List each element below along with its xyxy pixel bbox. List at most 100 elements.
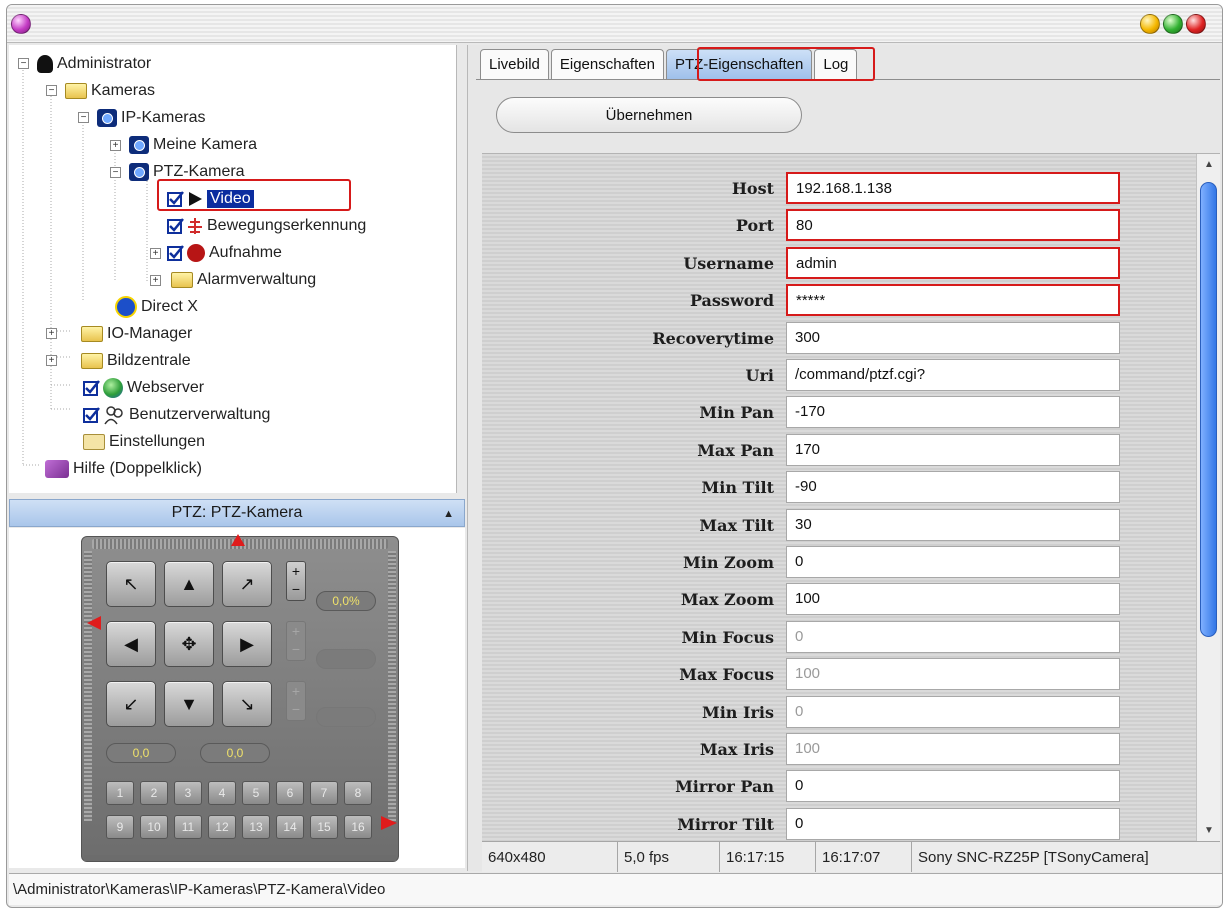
ptz-panel-header[interactable]: PTZ: PTZ-Kamera ▲ [9,499,465,527]
preset-button-10[interactable]: 10 [140,815,168,839]
pan-down-left-button[interactable]: ↙ [106,681,156,727]
status-bar: 640x480 5,0 fps 16:17:15 16:17:07 Sony S… [482,841,1220,872]
property-input-port[interactable]: 80 [786,209,1120,242]
checkbox-checked-icon[interactable] [167,190,185,208]
tree-item-direct-x[interactable]: Direct X [113,294,198,320]
preset-button-11[interactable]: 11 [174,815,202,839]
collapse-arrow-icon[interactable]: ▲ [443,508,454,520]
home-center-button[interactable]: ✥ [164,621,214,667]
tree-item-bewegungserkennung[interactable]: Bewegungserkennung [165,213,366,239]
property-input-min-tilt[interactable]: -90 [786,471,1120,504]
property-input-max-tilt[interactable]: 30 [786,508,1120,541]
tree-item-ip-kameras[interactable]: IP-Kameras [95,105,205,131]
property-row-username: Username admin [482,245,1182,279]
zoom-plus-minus-button[interactable]: + − [286,561,306,601]
tree-item-administrator[interactable]: Administrator [35,51,151,77]
preset-button-15[interactable]: 15 [310,815,338,839]
tree-item-meine-kamera[interactable]: Meine Kamera [127,132,257,158]
preset-button-2[interactable]: 2 [140,781,168,805]
tree-item-webserver[interactable]: Webserver [81,375,204,401]
collapse-toggle[interactable]: − [110,167,121,178]
expand-toggle[interactable]: + [46,328,57,339]
property-input-recoverytime[interactable]: 300 [786,321,1120,354]
apply-button[interactable]: Übernehmen [496,97,802,133]
property-row-host: Host 192.168.1.138 [482,170,1182,204]
tab-bar: Livebild Eigenschaften PTZ-Eigenschaften Lo… [480,49,859,79]
property-input-max-pan[interactable]: 170 [786,433,1120,466]
checkbox-checked-icon[interactable] [167,244,185,262]
tree-item-video[interactable]: Video [165,186,254,212]
collapse-toggle[interactable]: − [78,112,89,123]
scroll-down-arrow-icon[interactable]: ▼ [1197,820,1220,841]
property-input-min-zoom[interactable]: 0 [786,546,1120,578]
tree-item-kameras[interactable]: Kameras [63,78,155,104]
property-input-password[interactable]: ***** [786,284,1120,317]
property-label: Min Iris [702,702,774,722]
tree-item-aufnahme[interactable]: Aufnahme [165,240,282,266]
property-input-mirror-tilt[interactable]: 0 [786,807,1120,840]
tree-item-label: Alarmverwaltung [197,271,317,288]
preset-button-16[interactable]: 16 [344,815,372,839]
maximize-button[interactable] [1163,14,1183,34]
tilt-down-button[interactable]: ▼ [164,681,214,727]
property-input-min-pan[interactable]: -170 [786,396,1120,429]
property-label: Password [689,291,774,311]
minimize-button[interactable] [1140,14,1160,34]
preset-button-5[interactable]: 5 [242,781,270,805]
pan-up-left-button[interactable]: ↖ [106,561,156,607]
property-row-port: Port 80 [482,207,1182,242]
tree-item-io-manager[interactable]: IO-Manager [79,321,192,347]
preset-button-6[interactable]: 6 [276,781,304,805]
preset-button-14[interactable]: 14 [276,815,304,839]
tab-ptz-eigenschaften[interactable]: PTZ-Eigenschaften [665,49,813,79]
expand-toggle[interactable]: + [150,248,161,259]
property-input-uri[interactable]: /command/ptzf.cgi? [786,359,1120,391]
tab-livebild[interactable]: Livebild [480,49,549,79]
collapse-toggle[interactable]: − [18,58,29,69]
pan-right-button[interactable]: ▶ [222,621,272,667]
tilt-up-button[interactable]: ▲ [164,561,214,607]
pan-down-right-button[interactable]: ↘ [222,681,272,727]
property-input-max-zoom[interactable]: 100 [786,583,1120,616]
scrollbar-thumb[interactable] [1200,182,1217,637]
users-icon [104,406,123,425]
preset-button-8[interactable]: 8 [344,781,372,805]
preset-button-1[interactable]: 1 [106,781,134,805]
tree-item-einstellungen[interactable]: Einstellungen [81,429,205,455]
tree-item-benutzerverwaltung[interactable]: Benutzerverwaltung [81,402,270,428]
expand-toggle[interactable]: + [110,140,121,151]
preset-button-9[interactable]: 9 [106,815,134,839]
checkbox-checked-icon[interactable] [167,217,185,235]
pan-left-button[interactable]: ◀ [106,621,156,667]
scroll-up-arrow-icon[interactable]: ▲ [1197,154,1220,176]
preset-button-13[interactable]: 13 [242,815,270,839]
settings-icon [83,434,105,450]
property-input-min-focus: 0 [786,620,1120,653]
tab-log[interactable]: Log [814,49,858,79]
tree-item-hilfe[interactable]: Hilfe (Doppelklick) [43,456,202,482]
preset-button-12[interactable]: 12 [208,815,236,839]
expand-toggle[interactable]: + [46,355,57,366]
tab-eigenschaften[interactable]: Eigenschaften [550,49,664,79]
preset-button-3[interactable]: 3 [174,781,202,805]
tree-item-ptz-kamera[interactable]: PTZ-Kamera [127,159,245,185]
checkbox-checked-icon[interactable] [83,406,101,424]
property-input-host[interactable]: 192.168.1.138 [786,172,1120,204]
pan-up-right-button[interactable]: ↗ [222,561,272,607]
checkbox-checked-icon[interactable] [83,379,101,397]
expand-toggle[interactable]: + [150,275,161,286]
vertical-scrollbar[interactable]: ▲ ▼ [1196,154,1220,841]
tree-item-bildzentrale[interactable]: Bildzentrale [79,348,191,374]
close-button[interactable] [1186,14,1206,34]
property-input-username[interactable]: admin [786,246,1120,279]
preset-button-7[interactable]: 7 [310,781,338,805]
focus-plus-minus-button: + − [286,621,306,661]
pan-position-display: 0,0 [106,743,176,763]
property-label: Username [683,253,774,273]
property-input-mirror-pan[interactable]: 0 [786,770,1120,803]
preset-button-4[interactable]: 4 [208,781,236,805]
app-menu-icon[interactable] [11,14,31,34]
zoom-display: 0,0% [316,591,376,611]
collapse-toggle[interactable]: − [46,85,57,96]
tree-item-alarmverwaltung[interactable]: Alarmverwaltung [169,267,316,293]
